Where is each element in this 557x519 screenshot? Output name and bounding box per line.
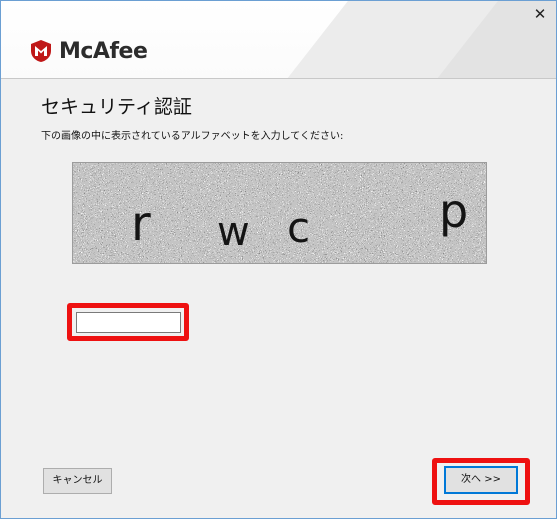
mcafee-dialog-window: ✕ McAfee セキュリティ認証 下の画像の中に表示されているアルファベットを… [0, 0, 557, 519]
close-icon: ✕ [533, 5, 547, 23]
close-button[interactable]: ✕ [530, 5, 550, 23]
next-button[interactable]: 次へ >> [444, 466, 518, 494]
mcafee-logo: McAfee [29, 37, 148, 65]
mcafee-shield-icon [31, 40, 51, 62]
captcha-input[interactable] [76, 312, 181, 333]
captcha-char-3: c [287, 203, 310, 252]
captcha-instruction: 下の画像の中に表示されているアルファベットを入力してください: [41, 131, 344, 142]
header-divider [1, 78, 556, 79]
captcha-char-2: w [217, 209, 250, 255]
dialog-header: ✕ McAfee [1, 1, 556, 78]
page-title: セキュリティ認証 [41, 96, 192, 118]
cancel-button[interactable]: キャンセル [43, 468, 112, 494]
captcha-char-1: r [131, 196, 151, 252]
captcha-image: r w c p [72, 162, 487, 264]
brand-name: McAfee [59, 38, 148, 64]
captcha-char-4: p [439, 184, 468, 238]
captcha-noise-image: r w c p [73, 163, 486, 263]
